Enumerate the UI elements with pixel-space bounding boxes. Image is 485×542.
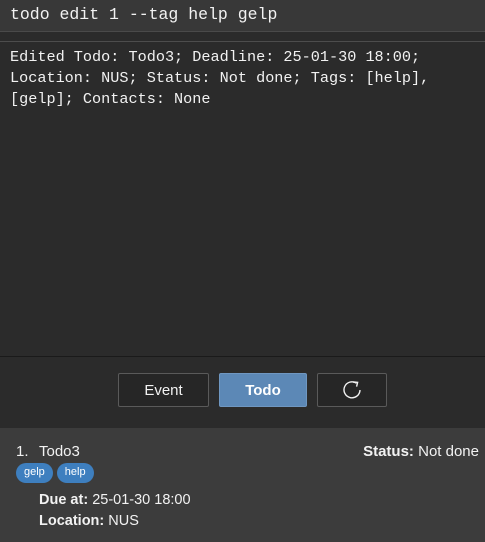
mode-toggle-bar: Event Todo [0,358,485,422]
event-mode-button[interactable]: Event [118,373,209,407]
tag-list: gelp help [16,463,94,483]
due-label: Due at: [39,492,89,508]
result-display: Edited Todo: Todo3; Deadline: 25-01-30 1… [0,41,485,357]
tag-badge: gelp [16,463,53,483]
refresh-icon [343,381,361,399]
status-label: Status: [363,443,414,460]
app-window: todo edit 1 --tag help gelp Edited Todo:… [0,0,485,542]
location-value: NUS [108,513,139,529]
todo-mode-label: Todo [245,381,281,399]
command-input[interactable]: todo edit 1 --tag help gelp [0,0,485,32]
todo-list-panel: 1. Todo3 Status: Not done gelp help Due … [0,428,485,542]
todo-mode-button[interactable]: Todo [219,373,307,407]
location: Location: NUS [39,513,139,529]
location-label: Location: [39,513,105,529]
todo-name: Todo3 [39,443,80,460]
due-value: 25-01-30 18:00 [92,492,191,508]
status-value: Not done [418,443,479,460]
tag-badge: help [56,463,94,483]
todo-status: Status: Not done [363,443,479,460]
due-date: Due at: 25-01-30 18:00 [39,492,191,508]
refresh-button[interactable] [317,373,387,407]
event-mode-label: Event [144,381,183,399]
todo-index: 1. [16,443,29,460]
